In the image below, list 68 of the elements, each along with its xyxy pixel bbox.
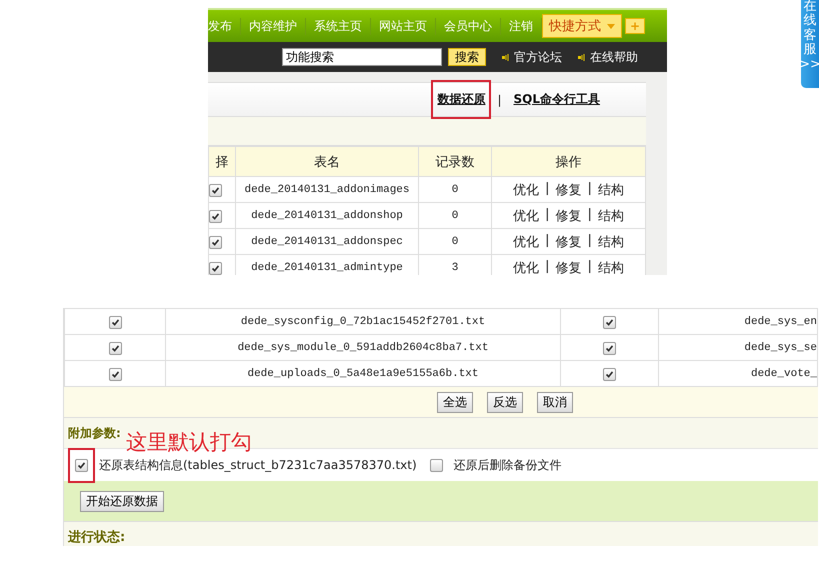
toolbar-link[interactable]: 在线帮助 [578,48,638,66]
separator: | [497,92,502,106]
action-link[interactable]: 修复 [556,258,582,275]
action-link[interactable]: 修复 [556,206,582,224]
separator: | [545,180,550,198]
section-title: 进行状态: [68,529,126,546]
table-cell: dede_sys_module_0_591addb2604c8ba7.txt [166,334,560,360]
column-header: 表名 [236,146,418,176]
checkbox[interactable] [603,368,616,381]
separator: | [545,206,550,224]
checkbox[interactable] [209,210,222,223]
separator: | [588,232,592,250]
separator: | [545,258,550,275]
column-header: 择 [208,146,236,176]
separator: | [545,232,550,250]
action-button[interactable]: 全选 [437,392,473,412]
toolbar-link[interactable]: 官方论坛 [502,48,562,66]
action-link[interactable]: 优化 [513,258,540,275]
start-button[interactable]: 开始还原数据 [80,490,164,512]
tab-link[interactable]: SQL命令行工具 [508,80,606,119]
table-cell: dede_sys_se [658,334,818,360]
checkbox[interactable] [108,316,122,329]
table-cell: dede_vote_ [658,360,818,386]
separator: | [588,206,592,224]
action-link[interactable]: 修复 [556,232,582,250]
action-button[interactable]: 取消 [537,392,573,412]
table-cell: 0 [418,228,492,254]
checkbox[interactable] [209,262,222,275]
table-cell: dede_20140131_addonshop [236,202,418,228]
annotation-text: 这里默认打勾 [126,429,252,455]
action-button[interactable]: 反选 [487,392,523,412]
option-label: 还原后删除备份文件 [454,456,562,474]
action-link[interactable]: 优化 [513,232,540,250]
caret-icon [607,24,615,28]
table-cell: dede_sysconfig_0_72b1ac15452f2701.txt [166,308,560,334]
table-cell: 0 [418,176,492,202]
table-cell: 0 [418,202,492,228]
option-label: 还原表结构信息(tables_struct_b7231c7aa3578370.txt) [99,456,417,474]
separator: | [588,258,592,275]
speaker-icon [578,54,585,60]
action-link[interactable]: 结构 [598,258,624,275]
section-title: 附加参数: [68,424,121,442]
separator: | [588,180,592,198]
checkbox[interactable] [108,342,122,355]
action-link[interactable]: 结构 [598,180,624,198]
checkbox[interactable] [430,458,443,472]
tab-link[interactable]: 数据还原 [431,80,492,119]
action-link[interactable]: 修复 [556,180,582,198]
table-cell: dede_sys_en [658,308,818,334]
checkbox[interactable] [603,316,616,329]
search-button[interactable]: 搜索 [448,48,486,66]
speaker-icon [502,54,509,60]
checkbox[interactable] [209,236,222,249]
shortcut-dropdown[interactable]: 快捷方式 [542,14,622,38]
table-cell: dede_20140131_addonimages [236,176,418,202]
table-cell: dede_uploads_0_5a48e1a9e5155a6b.txt [166,360,560,386]
table-cell: dede_20140131_addonspec [236,228,418,254]
checkbox[interactable] [209,184,222,197]
column-header: 操作 [492,146,646,176]
checkbox[interactable] [75,458,88,472]
checkbox[interactable] [603,342,616,355]
action-link[interactable]: 结构 [598,232,624,250]
action-link[interactable]: 优化 [513,206,540,224]
column-header: 记录数 [418,146,492,176]
search-field[interactable]: 功能搜索 [282,48,442,66]
action-link[interactable]: 优化 [513,180,540,198]
action-link[interactable]: 结构 [598,206,624,224]
checkbox[interactable] [108,368,122,381]
